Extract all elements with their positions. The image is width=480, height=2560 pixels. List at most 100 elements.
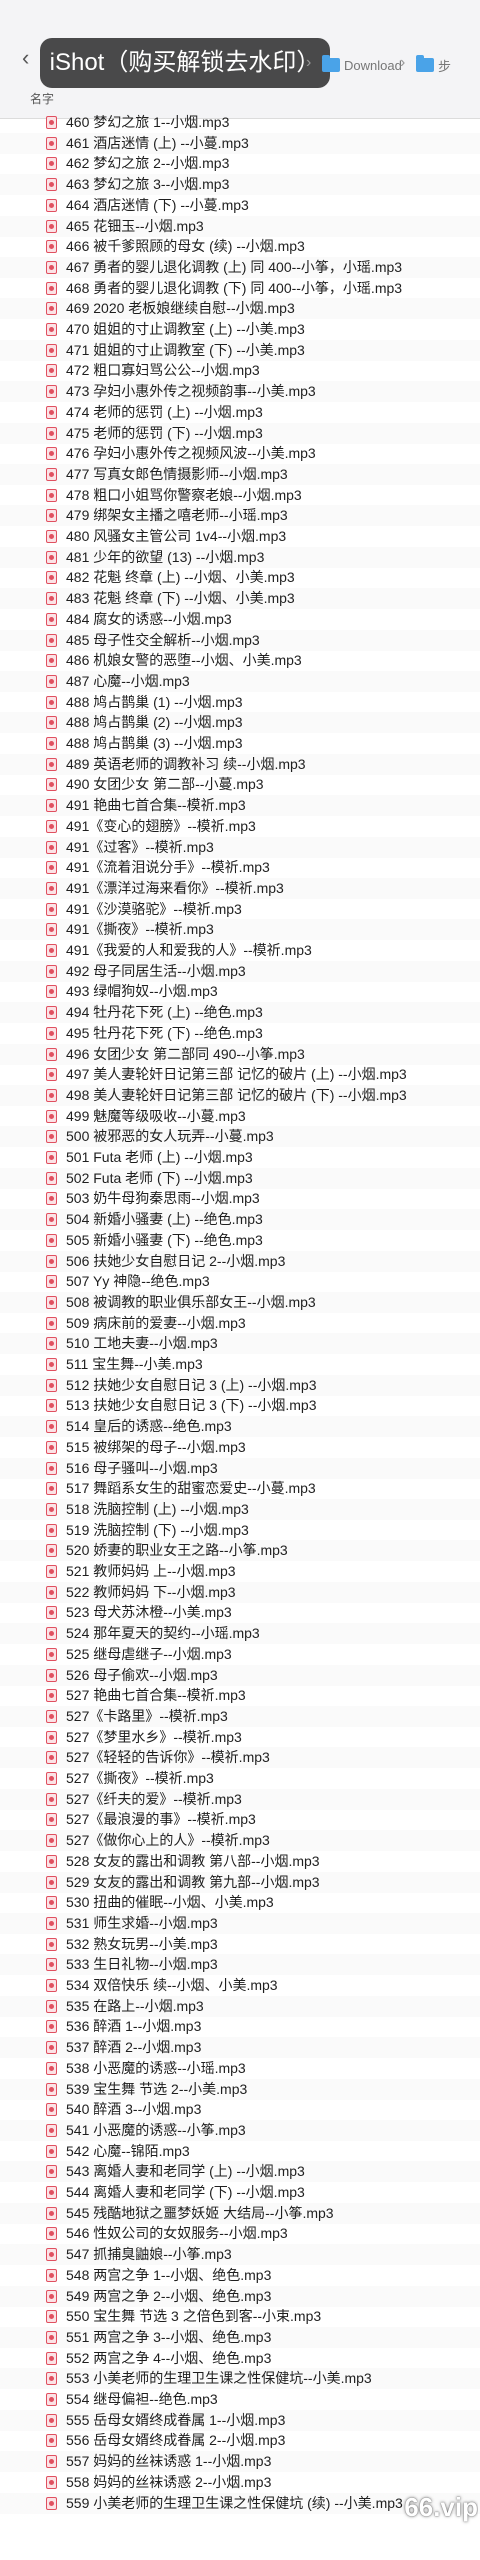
file-row[interactable]: 478 粗口小姐骂你警察老娘--小烟.mp3 [0,485,480,506]
file-row[interactable]: 516 母子骚叫--小烟.mp3 [0,1457,480,1479]
file-row[interactable]: 526 母子偷欢--小烟.mp3 [0,1664,480,1686]
file-row[interactable]: 489 英语老师的调教补习 续--小烟.mp3 [0,753,480,775]
file-row[interactable]: 525 继母虐继子--小烟.mp3 [0,1644,480,1665]
file-row[interactable]: 482 花魁 终章 (上) --小烟、小美.mp3 [0,567,480,588]
file-row[interactable]: 542 心魔--锦陌.mp3 [0,2141,480,2162]
file-row[interactable]: 480 风骚女主管公司 1v4--小烟.mp3 [0,526,480,547]
file-row[interactable]: 507 Yy 神隐--绝色.mp3 [0,1271,480,1292]
file-list[interactable]: 460 梦幻之旅 1--小烟.mp3 461 酒店迷情 (上) --小蔓.mp3 4… [0,112,480,2560]
file-row[interactable]: 527《最浪漫的事》--模祈.mp3 [0,1809,480,1830]
file-row[interactable]: 505 新婚小骚妻 (下) --绝色.mp3 [0,1230,480,1251]
breadcrumb-folder-2[interactable]: 步 [416,54,451,76]
file-row[interactable]: 491《过客》--模祈.mp3 [0,836,480,858]
file-row[interactable]: 521 教师妈妈 上--小烟.mp3 [0,1561,480,1582]
file-row[interactable]: 491《流着泪说分手》--模祈.mp3 [0,857,480,878]
file-row[interactable]: 508 被调教的职业俱乐部女王--小烟.mp3 [0,1291,480,1313]
file-row[interactable]: 493 绿帽狗奴--小烟.mp3 [0,981,480,1002]
file-row[interactable]: 491《漂洋过海来看你》--模祈.mp3 [0,877,480,899]
file-row[interactable]: 463 梦幻之旅 3--小烟.mp3 [0,174,480,196]
file-row[interactable]: 549 两宫之争 2--小烟、绝色.mp3 [0,2285,480,2307]
file-row[interactable]: 495 牡丹花下死 (下) --绝色.mp3 [0,1023,480,1044]
file-row[interactable]: 536 醉酒 1--小烟.mp3 [0,2016,480,2037]
file-row[interactable]: 498 美人妻轮奸日记第三部 记忆的破片 (下) --小烟.mp3 [0,1084,480,1106]
file-row[interactable]: 538 小恶魔的诱惑--小瑶.mp3 [0,2058,480,2079]
file-row[interactable]: 553 小美老师的生理卫生课之性保健坑--小美.mp3 [0,2368,480,2390]
file-row[interactable]: 490 女团少女 第二部--小蔓.mp3 [0,774,480,795]
file-row[interactable]: 556 岳母女婿终成眷属 2--小烟.mp3 [0,2430,480,2451]
file-row[interactable]: 481 少年的欲望 (13) --小烟.mp3 [0,546,480,568]
file-row[interactable]: 547 抓捕臭鼬娘--小筝.mp3 [0,2244,480,2266]
file-row[interactable]: 515 被绑架的母子--小烟.mp3 [0,1437,480,1458]
file-row[interactable]: 527《轻轻的告诉你》--模祈.mp3 [0,1747,480,1769]
file-row[interactable]: 527《梦里水乡》--模祈.mp3 [0,1727,480,1748]
file-row[interactable]: 510 工地夫妻--小烟.mp3 [0,1333,480,1355]
file-row[interactable]: 534 双倍快乐 续--小烟、小美.mp3 [0,1975,480,1996]
file-row[interactable]: 519 洗脑控制 (下) --小烟.mp3 [0,1520,480,1541]
file-row[interactable]: 555 岳母女婿终成眷属 1--小烟.mp3 [0,2409,480,2431]
file-row[interactable]: 533 生日礼物--小烟.mp3 [0,1954,480,1976]
file-row[interactable]: 523 母犬苏沐橙--小美.mp3 [0,1602,480,1623]
file-row[interactable]: 527 艳曲七首合集--模祈.mp3 [0,1685,480,1706]
file-row[interactable]: 513 扶她少女自慰日记 3 (下) --小烟.mp3 [0,1395,480,1416]
file-row[interactable]: 503 奶牛母狗秦思雨--小烟.mp3 [0,1188,480,1209]
file-row[interactable]: 557 妈妈的丝袜诱惑 1--小烟.mp3 [0,2451,480,2473]
file-row[interactable]: 509 病床前的爱妻--小烟.mp3 [0,1313,480,1334]
file-row[interactable]: 499 魅魔等级吸收--小蔓.mp3 [0,1106,480,1127]
file-row[interactable]: 473 孕妇小惠外传之视频韵事--小美.mp3 [0,381,480,403]
file-row[interactable]: 539 宝生舞 节选 2--小美.mp3 [0,2078,480,2100]
file-row[interactable]: 487 心魔--小烟.mp3 [0,670,480,692]
file-row[interactable]: 544 离婚人妻和老同学 (下) --小烟.mp3 [0,2182,480,2203]
file-row[interactable]: 527《卡路里》--模祈.mp3 [0,1705,480,1727]
file-row[interactable]: 460 梦幻之旅 1--小烟.mp3 [0,112,480,133]
file-row[interactable]: 527《撕夜》--模祈.mp3 [0,1768,480,1789]
file-row[interactable]: 527《纤夫的爱》--模祈.mp3 [0,1788,480,1810]
file-row[interactable]: 511 宝生舞--小美.mp3 [0,1354,480,1375]
name-column-header[interactable]: 名字 [0,87,480,111]
file-row[interactable]: 491《变心的翅膀》--模祈.mp3 [0,816,480,837]
file-row[interactable]: 461 酒店迷情 (上) --小蔓.mp3 [0,132,480,154]
file-row[interactable]: 501 Futa 老师 (上) --小烟.mp3 [0,1147,480,1168]
file-row[interactable]: 469 2020 老板娘继续自慰--小烟.mp3 [0,298,480,320]
file-row[interactable]: 468 勇者的婴儿退化调教 (下) 同 400--小筝，小瑶.mp3 [0,278,480,299]
file-row[interactable]: 548 两宫之争 1--小烟、绝色.mp3 [0,2265,480,2286]
back-arrow-icon[interactable]: ‹ [22,46,38,70]
file-row[interactable]: 527《做你心上的人》--模祈.mp3 [0,1830,480,1852]
file-row[interactable]: 471 姐姐的寸止调教室 (下) --小美.mp3 [0,339,480,361]
file-row[interactable]: 528 女友的露出和调教 第八部--小烟.mp3 [0,1851,480,1872]
file-row[interactable]: 466 被千爹照顾的母女 (续) --小烟.mp3 [0,236,480,257]
file-row[interactable]: 558 妈妈的丝袜诱惑 2--小烟.mp3 [0,2472,480,2493]
file-row[interactable]: 488 鸠占鹊巢 (3) --小烟.mp3 [0,733,480,754]
file-row[interactable]: 479 绑架女主播之嘻老师--小瑶.mp3 [0,505,480,527]
file-row[interactable]: 550 宝生舞 节选 3 之倍色到客--小束.mp3 [0,2306,480,2327]
file-row[interactable]: 470 姐姐的寸止调教室 (上) --小美.mp3 [0,319,480,340]
breadcrumb-download[interactable]: Download [322,54,402,76]
file-row[interactable]: 491《沙漠骆驼》--模祈.mp3 [0,899,480,920]
file-row[interactable]: 506 扶她少女自慰日记 2--小烟.mp3 [0,1250,480,1272]
file-row[interactable]: 491《撕夜》--模祈.mp3 [0,919,480,941]
file-row[interactable]: 543 离婚人妻和老同学 (上) --小烟.mp3 [0,2161,480,2183]
file-row[interactable]: 488 鸠占鹊巢 (1) --小烟.mp3 [0,692,480,713]
file-row[interactable]: 541 小恶魔的诱惑--小筝.mp3 [0,2119,480,2141]
file-row[interactable]: 531 师生求婚--小烟.mp3 [0,1912,480,1934]
file-row[interactable]: 514 皇后的诱惑--绝色.mp3 [0,1416,480,1438]
file-row[interactable]: 496 女团少女 第二部同 490--小筝.mp3 [0,1043,480,1065]
file-row[interactable]: 474 老师的惩罚 (上) --小烟.mp3 [0,402,480,423]
file-row[interactable]: 529 女友的露出和调教 第九部--小烟.mp3 [0,1871,480,1893]
file-row[interactable]: 492 母子同居生活--小烟.mp3 [0,960,480,982]
file-row[interactable]: 497 美人妻轮奸日记第三部 记忆的破片 (上) --小烟.mp3 [0,1064,480,1085]
file-row[interactable]: 554 继母偏袒--绝色.mp3 [0,2389,480,2410]
file-row[interactable]: 467 勇者的婴儿退化调教 (上) 同 400--小筝，小瑶.mp3 [0,256,480,278]
file-row[interactable]: 502 Futa 老师 (下) --小烟.mp3 [0,1167,480,1189]
file-row[interactable]: 488 鸠占鹊巢 (2) --小烟.mp3 [0,712,480,734]
file-row[interactable]: 500 被邪恶的女人玩弄--小蔓.mp3 [0,1126,480,1148]
file-row[interactable]: 540 醉酒 3--小烟.mp3 [0,2099,480,2120]
file-row[interactable]: 551 两宫之争 3--小烟、绝色.mp3 [0,2326,480,2348]
file-row[interactable]: 530 扭曲的催眠--小烟、小美.mp3 [0,1892,480,1913]
file-row[interactable]: 524 那年夏天的契约--小瑶.mp3 [0,1623,480,1645]
file-row[interactable]: 465 花钿玉--小烟.mp3 [0,215,480,237]
file-row[interactable]: 518 洗脑控制 (上) --小烟.mp3 [0,1498,480,1520]
file-row[interactable]: 504 新婚小骚妻 (上) --绝色.mp3 [0,1209,480,1231]
file-row[interactable]: 545 残酷地狱之噩梦妖姬 大结局--小筝.mp3 [0,2202,480,2224]
file-row[interactable]: 472 粗口寡妇骂公公--小烟.mp3 [0,360,480,381]
file-row[interactable]: 512 扶她少女自慰日记 3 (上) --小烟.mp3 [0,1374,480,1396]
